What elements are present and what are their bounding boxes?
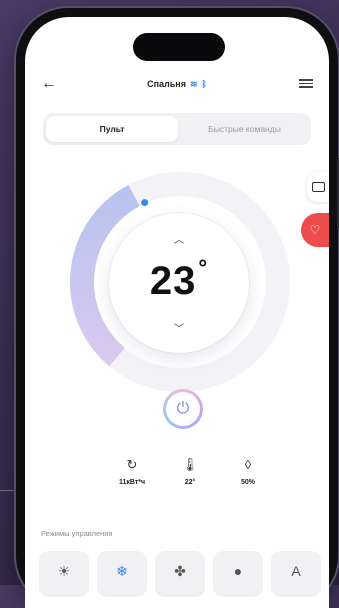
temperature-display: 23° (109, 255, 249, 304)
thermometer-icon: 🌡︎ (181, 457, 199, 472)
dynamic-island (133, 33, 225, 61)
drop-icon: ● (233, 563, 243, 579)
mode-cool-button[interactable]: ❄ (97, 551, 147, 597)
stat-temperature: 🌡︎ 22° (165, 457, 215, 486)
app-screen: ← Спальня ≋ ᛒ Пульт Быстрые команды ︿ 23… (25, 17, 329, 608)
sun-icon: ☀ (57, 563, 71, 579)
top-bar: ← Спальня ≋ ᛒ (25, 73, 329, 101)
power-button[interactable]: ⏻ (163, 389, 203, 429)
tab-remote[interactable]: Пульт (46, 116, 178, 142)
chevron-up-icon[interactable]: ︿ (109, 231, 249, 246)
snowflake-icon: ❄ (116, 563, 128, 579)
mode-auto-button[interactable]: A (271, 551, 321, 597)
bluetooth-icon: ᛒ (201, 79, 207, 89)
stat-temperature-value: 22° (184, 479, 196, 486)
stat-humidity: ◊ 50% (223, 457, 273, 486)
stat-humidity-value: 50% (240, 479, 255, 486)
wallet-side-button[interactable] (307, 172, 329, 202)
wallet-icon (312, 182, 325, 192)
room-title: Спальня (147, 79, 186, 89)
mode-heat-button[interactable]: ☀ (39, 551, 89, 597)
mode-dry-button[interactable]: ● (213, 551, 263, 597)
room-title-group: Спальня ≋ ᛒ (25, 79, 329, 90)
tab-quick-commands[interactable]: Быстрые команды (181, 116, 308, 142)
fan-icon: ✤ (174, 563, 186, 579)
temperature-knob: ︿ 23° ﹀ (109, 213, 249, 353)
modes-row: ☀ ❄ ✤ ● A (39, 551, 321, 597)
heart-icon: ♡ (309, 223, 321, 237)
stats-row: ↻ 11кВт*ч 🌡︎ 22° ◊ 50% (107, 457, 277, 497)
sliders-icon[interactable] (299, 77, 313, 89)
wifi-icon: ≋ (189, 79, 198, 89)
phone-frame: ← Спальня ≋ ᛒ Пульт Быстрые команды ︿ 23… (16, 8, 339, 608)
mode-fan-button[interactable]: ✤ (155, 551, 205, 597)
tab-switcher: Пульт Быстрые команды (43, 113, 311, 145)
power-icon: ⏻ (166, 392, 200, 426)
temperature-unit: ° (198, 255, 209, 280)
modes-label: Режимы управления (41, 529, 113, 538)
auto-icon: A (291, 563, 301, 579)
temperature-value: 23 (149, 259, 197, 303)
humidity-icon: ◊ (244, 457, 252, 472)
health-side-button[interactable]: ♡ (301, 213, 329, 247)
dial-indicator-dot[interactable] (141, 199, 149, 207)
energy-icon: ↻ (126, 457, 138, 472)
stat-energy-value: 11кВт*ч (118, 479, 146, 486)
chevron-down-icon[interactable]: ﹀ (109, 320, 249, 335)
stat-energy: ↻ 11кВт*ч (107, 457, 157, 486)
